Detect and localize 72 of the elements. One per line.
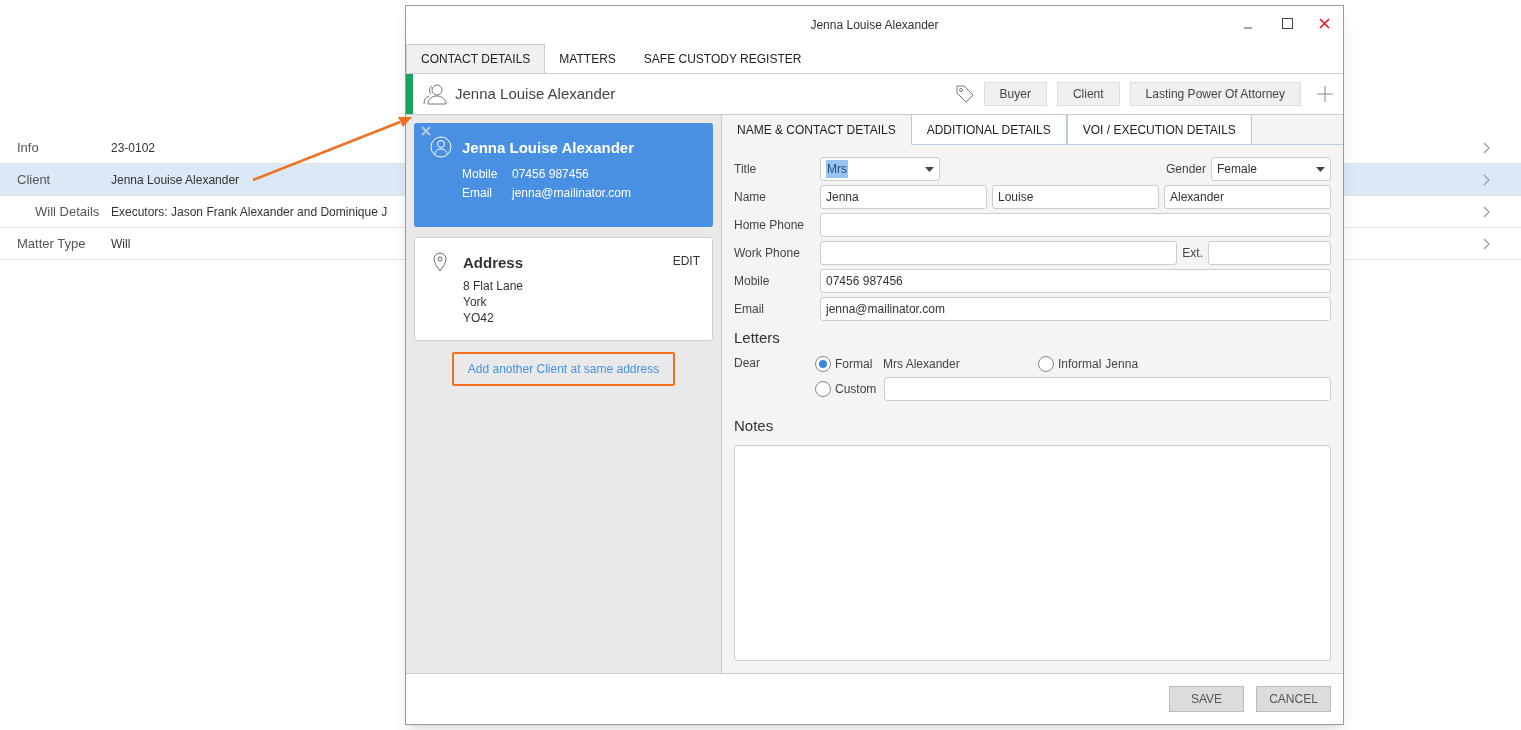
row-label: Client <box>16 170 52 189</box>
field-label: Mobile <box>734 273 771 290</box>
contact-name: Jenna Louise Alexander <box>455 83 617 104</box>
notes-field[interactable] <box>734 445 1331 661</box>
close-icon[interactable] <box>421 126 431 136</box>
window-title: Jenna Louise Alexander <box>810 17 939 34</box>
radio-button[interactable] <box>815 380 831 397</box>
field-label: Work Phone <box>734 245 801 262</box>
text-field[interactable] <box>820 213 1331 237</box>
client-name: Jenna Louise Alexander <box>462 138 635 158</box>
salutation-text: Jenna <box>1105 355 1139 373</box>
row-label: Matter Type <box>16 234 87 253</box>
text-field[interactable]: Louise <box>992 185 1159 209</box>
field-label: Email <box>734 301 765 318</box>
tab[interactable]: VOI / EXECUTION DETAILS <box>1066 115 1252 144</box>
caret-icon <box>925 166 934 172</box>
text-field[interactable] <box>820 241 1178 265</box>
radio-button[interactable] <box>815 355 831 372</box>
text-field[interactable] <box>1208 241 1331 265</box>
text-field[interactable]: Alexander <box>1164 185 1331 209</box>
field-label: Name <box>734 189 767 206</box>
row-value: Executors: Jason Frank Alexander and Dominique J <box>111 203 388 221</box>
chevron-icon <box>1483 205 1491 218</box>
address-title: Address <box>463 253 524 273</box>
field-label: Mobile <box>462 165 499 183</box>
row-value: Will <box>111 235 131 253</box>
text-field[interactable] <box>884 376 1331 401</box>
section-heading: Notes <box>734 415 775 436</box>
field-label: Gender <box>1165 161 1206 178</box>
text-field[interactable]: jenna@mailinator.com <box>820 297 1331 321</box>
field-label: Email <box>462 184 493 202</box>
caret-icon <box>1316 166 1325 172</box>
tag-button[interactable]: Lasting Power Of Attorney <box>1129 82 1301 106</box>
edit-button[interactable]: EDIT <box>672 252 700 270</box>
add-icon[interactable] <box>1317 86 1333 102</box>
tag-button[interactable]: Buyer <box>983 82 1047 106</box>
row-label: Info <box>16 138 40 157</box>
radio-button[interactable] <box>1038 355 1054 372</box>
row-value: 23-0102 <box>111 139 156 157</box>
salutation-text: Mrs Alexander <box>883 355 961 373</box>
people-icon <box>423 83 447 105</box>
address-line: 8 Flat Lane <box>463 277 525 294</box>
row-label: Will Details <box>34 202 101 221</box>
dropdown[interactable]: Female <box>1211 157 1331 181</box>
tab[interactable]: CONTACT DETAILS <box>406 44 546 73</box>
section-heading: Letters <box>734 328 781 348</box>
radio-label: Custom <box>835 380 877 398</box>
field-label: Title <box>734 161 758 178</box>
status-bar-accent <box>406 74 413 114</box>
tag-button[interactable]: Client <box>1056 82 1120 106</box>
dropdown[interactable]: Mrs <box>820 157 940 181</box>
field-label: Dear <box>734 354 761 372</box>
text-field[interactable]: Jenna <box>820 185 987 209</box>
address-line: YO42 <box>463 309 495 326</box>
dialog-button[interactable]: CANCEL <box>1256 686 1331 712</box>
address-line: York <box>463 293 488 310</box>
field-label: Home Phone <box>734 217 806 234</box>
tab[interactable]: ADDITIONAL DETAILS <box>910 115 1067 144</box>
field-label: Ext. <box>1182 245 1203 262</box>
chevron-icon <box>1483 173 1491 186</box>
dialog-button[interactable]: SAVE <box>1169 686 1244 712</box>
tag-icon <box>955 85 974 103</box>
location-pin-icon <box>433 252 447 272</box>
text-field[interactable]: 07456 987456 <box>820 269 1331 293</box>
field-value: jenna@mailinator.com <box>512 184 631 202</box>
person-icon <box>430 136 452 158</box>
chevron-icon <box>1483 237 1491 250</box>
row-value: Jenna Louise Alexander <box>111 171 240 189</box>
radio-label: Informal <box>1058 355 1102 373</box>
field-value: 07456 987456 <box>512 165 589 183</box>
radio-label: Formal <box>835 355 873 373</box>
chevron-icon <box>1483 141 1491 154</box>
